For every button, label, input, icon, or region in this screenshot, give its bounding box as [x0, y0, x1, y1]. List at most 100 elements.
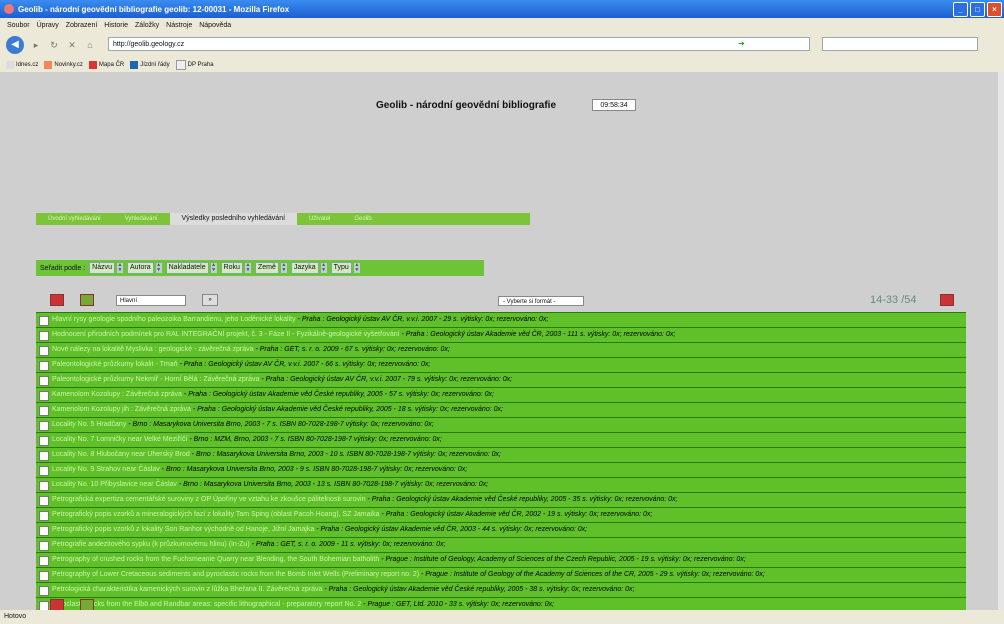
- menu-tools[interactable]: Nástroje: [166, 22, 192, 29]
- forward-icon[interactable]: ▸: [30, 39, 42, 51]
- go-icon[interactable]: ➜: [738, 39, 745, 48]
- result-checkbox[interactable]: [39, 526, 49, 536]
- result-checkbox[interactable]: [39, 346, 49, 356]
- sort-by-title[interactable]: Názvu: [89, 262, 115, 274]
- results-toolbar: Hlavní » - Vyberte si formát - 14-33 /54: [50, 294, 954, 308]
- hint-input[interactable]: Hlavní: [116, 295, 186, 306]
- bookmarks-toolbar: Idnes.cz Novinky.cz Mapa ČR Jízdní řády …: [0, 58, 1004, 73]
- result-title-link[interactable]: Nové nálezy na lokalitě Myslivka : geolo…: [52, 346, 254, 353]
- result-checkbox[interactable]: [39, 556, 49, 566]
- menu-bookmarks[interactable]: Záložky: [135, 22, 159, 29]
- bookmark-idnes[interactable]: Idnes.cz: [6, 61, 38, 69]
- bookmark-dp-praha[interactable]: DP Praha: [175, 60, 214, 70]
- close-button[interactable]: ×: [987, 2, 1002, 17]
- sort-arrows-icon[interactable]: ▲ ▼: [244, 263, 251, 273]
- result-title-link[interactable]: Petrografický popis vzorků z lokality So…: [52, 526, 314, 533]
- export-icon[interactable]: [50, 294, 64, 306]
- window-titlebar: Geolib - národní geovědní bibliografie g…: [0, 0, 1004, 18]
- result-row: Kamenolom Kozolupy jih : Závěrečná zpráv…: [36, 402, 966, 417]
- menu-edit[interactable]: Úpravy: [37, 22, 59, 29]
- hint-go-button[interactable]: »: [202, 294, 218, 306]
- result-checkbox[interactable]: [39, 391, 49, 401]
- result-checkbox[interactable]: [39, 316, 49, 326]
- bookmark-label: Novinky.cz: [54, 62, 83, 68]
- next-page-icon[interactable]: [940, 294, 954, 306]
- result-checkbox[interactable]: [39, 496, 49, 506]
- result-details: - Praha : Geologický ústav Akademie věd …: [365, 496, 678, 503]
- search-box[interactable]: [822, 37, 978, 51]
- result-checkbox[interactable]: [39, 331, 49, 341]
- sort-arrows-icon[interactable]: ▲ ▼: [320, 263, 327, 273]
- result-title-link[interactable]: Hlavní rysy geologie spodního paleozoika…: [52, 316, 296, 323]
- result-checkbox[interactable]: [39, 571, 49, 581]
- bookmark-mapa[interactable]: Mapa ČR: [88, 61, 124, 69]
- result-row: Locality No. 7 Lomničky near Velké Meziř…: [36, 432, 966, 447]
- vertical-scrollbar[interactable]: [998, 72, 1004, 610]
- result-title-link[interactable]: Locality No. 10 Přibyslavice near Čáslav: [52, 481, 177, 488]
- tab-geolib[interactable]: Geolib: [342, 213, 383, 225]
- result-checkbox[interactable]: [39, 436, 49, 446]
- basket-icon[interactable]: [80, 294, 94, 306]
- result-title-link[interactable]: Paleontologické průzkumy Nekmíř - Horní …: [52, 376, 259, 383]
- result-title-link[interactable]: Petrography of crushed rocks from the Fu…: [52, 556, 379, 563]
- sort-arrows-icon[interactable]: ▲ ▼: [155, 263, 162, 273]
- sort-arrows-icon[interactable]: ▲ ▼: [117, 263, 123, 273]
- sort-by-type[interactable]: Typu: [330, 262, 352, 274]
- result-checkbox[interactable]: [39, 421, 49, 431]
- sort-by-author[interactable]: Autora: [127, 262, 154, 274]
- bookmark-jizdni-rady[interactable]: Jízdní řády: [130, 61, 170, 69]
- sort-arrows-icon[interactable]: ▲ ▼: [280, 263, 287, 273]
- result-checkbox[interactable]: [39, 586, 49, 596]
- maximize-button[interactable]: □: [970, 2, 985, 17]
- sort-arrows-icon[interactable]: ▲ ▼: [210, 263, 217, 273]
- result-title-link[interactable]: Paleontologické průzkumy lokalit - Tmaň: [52, 361, 178, 368]
- menu-help[interactable]: Nápověda: [199, 22, 231, 29]
- tab-user[interactable]: Uživatel: [297, 213, 342, 225]
- result-details: - Brno : MZM, Brno, 2003 - 7 s. ISBN 80-…: [187, 436, 442, 443]
- result-row: Locality No. 8 Hlubočany near Uherský Br…: [36, 447, 966, 462]
- result-title-link[interactable]: Pyroclastic rocks from the Elbö and Rand…: [52, 601, 361, 608]
- url-bar[interactable]: http://geolib.geology.cz: [108, 37, 810, 51]
- result-title-link[interactable]: Kamenolom Kozolupy jih : Závěrečná zpráv…: [52, 406, 191, 413]
- result-checkbox[interactable]: [39, 541, 49, 551]
- sort-by-year[interactable]: Roku: [220, 262, 243, 274]
- reload-icon[interactable]: ↻: [48, 39, 60, 51]
- result-title-link[interactable]: Locality No. 7 Lomničky near Velké Meziř…: [52, 436, 187, 443]
- result-title-link[interactable]: Locality No. 9 Strahov near Čáslav: [52, 466, 160, 473]
- sort-by-language[interactable]: Jazyka: [290, 262, 319, 274]
- result-title-link[interactable]: Locality No. 5 Hradčany: [52, 421, 126, 428]
- result-title-link[interactable]: Hodnocení přírodních podmínek pro RAL IN…: [52, 331, 400, 338]
- menu-view[interactable]: Zobrazení: [66, 22, 98, 29]
- result-title-link[interactable]: Petrografický popis vzorků a mineralogic…: [52, 511, 379, 518]
- result-title-link[interactable]: Petrografická expertiza cementářské suro…: [52, 496, 365, 503]
- result-checkbox[interactable]: [39, 511, 49, 521]
- format-select[interactable]: - Vyberte si formát -: [498, 296, 584, 306]
- result-checkbox[interactable]: [39, 451, 49, 461]
- tab-intro-search[interactable]: Úvodní vyhledávání: [36, 213, 113, 225]
- result-title-link[interactable]: Petrologická charakteristika kamenických…: [52, 586, 322, 593]
- result-title-link[interactable]: Petrography of Lower Cretaceous sediment…: [52, 571, 419, 578]
- sort-by-publisher[interactable]: Nakladatele: [165, 262, 209, 274]
- result-checkbox[interactable]: [39, 481, 49, 491]
- sort-arrows-icon[interactable]: ▲ ▼: [353, 263, 360, 273]
- bookmark-label: DP Praha: [187, 62, 214, 68]
- bookmark-novinky[interactable]: Novinky.cz: [44, 61, 83, 69]
- tab-last-results[interactable]: Výsledky posledního vyhledávání: [169, 213, 298, 225]
- result-details: - Prague : Institute of Geology, Academy…: [379, 556, 746, 563]
- back-icon[interactable]: ◀: [6, 36, 24, 54]
- result-checkbox[interactable]: [39, 406, 49, 416]
- result-title-link[interactable]: Kamenolom Kozolupy : Závěrečná zpráva: [52, 391, 182, 398]
- result-title-link[interactable]: Locality No. 8 Hlubočany near Uherský Br…: [52, 451, 190, 458]
- home-icon[interactable]: ⌂: [84, 39, 96, 51]
- menu-file[interactable]: Soubor: [7, 22, 30, 29]
- menu-history[interactable]: Historie: [104, 22, 128, 29]
- result-checkbox[interactable]: [39, 361, 49, 371]
- stop-icon[interactable]: ✕: [66, 39, 78, 51]
- tab-search[interactable]: Vyhledávání: [113, 213, 170, 225]
- result-checkbox[interactable]: [39, 376, 49, 386]
- sort-by-country[interactable]: Země: [254, 262, 279, 274]
- result-title-link[interactable]: Petrografie andezitového sypku (k průzku…: [52, 541, 250, 548]
- result-checkbox[interactable]: [39, 466, 49, 476]
- minimize-button[interactable]: _: [953, 2, 968, 17]
- jizdni-rady-icon: [130, 61, 139, 69]
